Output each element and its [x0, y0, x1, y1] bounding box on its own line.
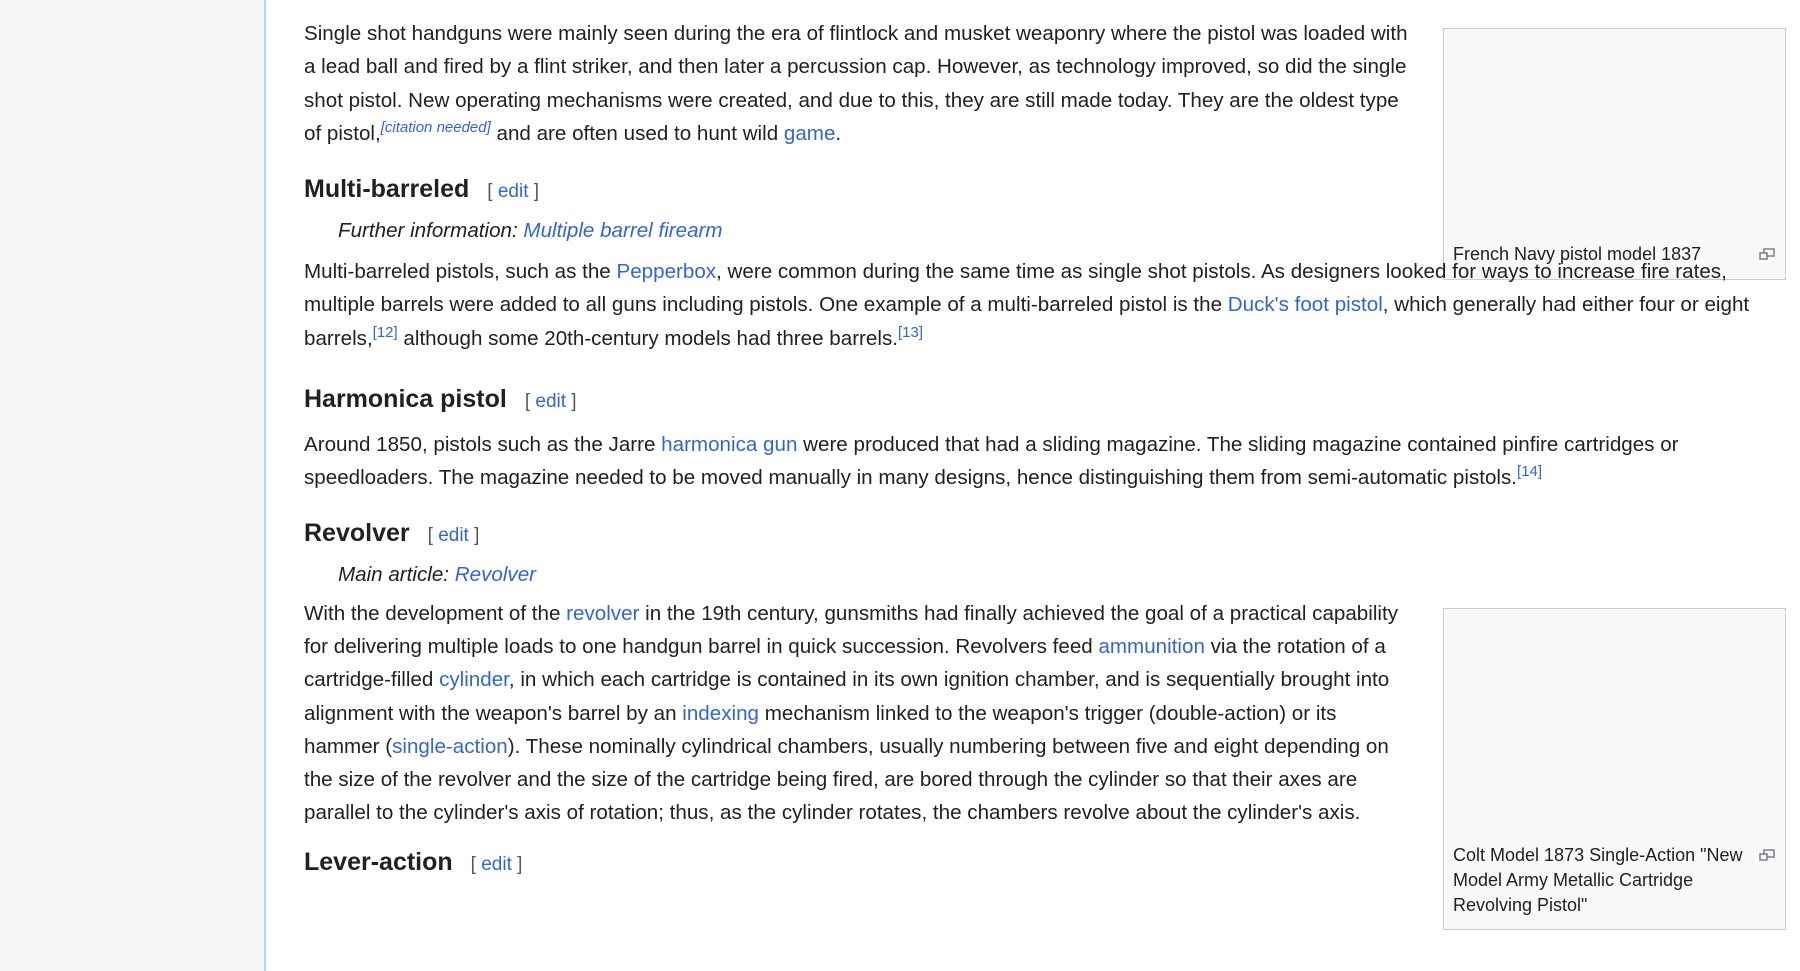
multi-barreled-paragraph: Multi-barreled pistols, such as the Pepp… [304, 260, 1750, 350]
link-game[interactable]: game [784, 122, 836, 145]
link-single-action[interactable]: single-action [392, 735, 508, 758]
link-multiple-barrel-firearm[interactable]: Multiple barrel firearm [523, 219, 722, 242]
left-sidebar [0, 0, 264, 971]
reference-14[interactable]: [14] [1517, 464, 1542, 481]
edit-link[interactable]: edit [535, 391, 566, 412]
citation-needed[interactable]: [citation needed] [381, 119, 491, 136]
reference-13[interactable]: [13] [898, 324, 923, 341]
heading-harmonica-pistol: Harmonica pistol[ edit ] [304, 385, 577, 414]
link-ducks-foot-pistol[interactable]: Duck's foot pistol [1228, 293, 1383, 316]
hatnote-main-article: Main article: Revolver [338, 562, 537, 586]
link-revolver[interactable]: revolver [566, 602, 639, 625]
link-revolver-main[interactable]: Revolver [455, 563, 536, 586]
edit-section: [ edit ] [487, 181, 540, 203]
link-indexing[interactable]: indexing [682, 702, 759, 725]
heading-revolver: Revolver[ edit ] [304, 518, 480, 547]
heading-multi-barreled: Multi-barreled[ edit ] [304, 175, 540, 204]
harmonica-paragraph: Around 1850, pistols such as the Jarre h… [304, 433, 1679, 490]
hatnote-further-information: Further information: Multiple barrel fir… [338, 219, 723, 243]
edit-link[interactable]: edit [481, 854, 512, 875]
article-content: French Navy pistol model 1837 Colt Model… [264, 0, 1800, 971]
edit-link[interactable]: edit [498, 181, 529, 202]
link-cylinder[interactable]: cylinder [439, 668, 509, 691]
reference-12[interactable]: [12] [373, 324, 398, 341]
link-harmonica-gun[interactable]: harmonica gun [661, 433, 797, 456]
link-pepperbox[interactable]: Pepperbox [616, 260, 716, 283]
edit-section: [ edit ] [524, 391, 577, 413]
single-shot-paragraph: Single shot handguns were mainly seen du… [304, 22, 1408, 145]
link-ammunition[interactable]: ammunition [1098, 635, 1204, 658]
heading-lever-action: Lever-action[ edit ] [304, 847, 523, 876]
article-body: Single shot handguns were mainly seen du… [304, 0, 1778, 887]
edit-section: [ edit ] [470, 853, 523, 875]
edit-section: [ edit ] [427, 524, 480, 546]
edit-link[interactable]: edit [438, 525, 469, 546]
revolver-paragraph: With the development of the revolver in … [304, 601, 1399, 825]
